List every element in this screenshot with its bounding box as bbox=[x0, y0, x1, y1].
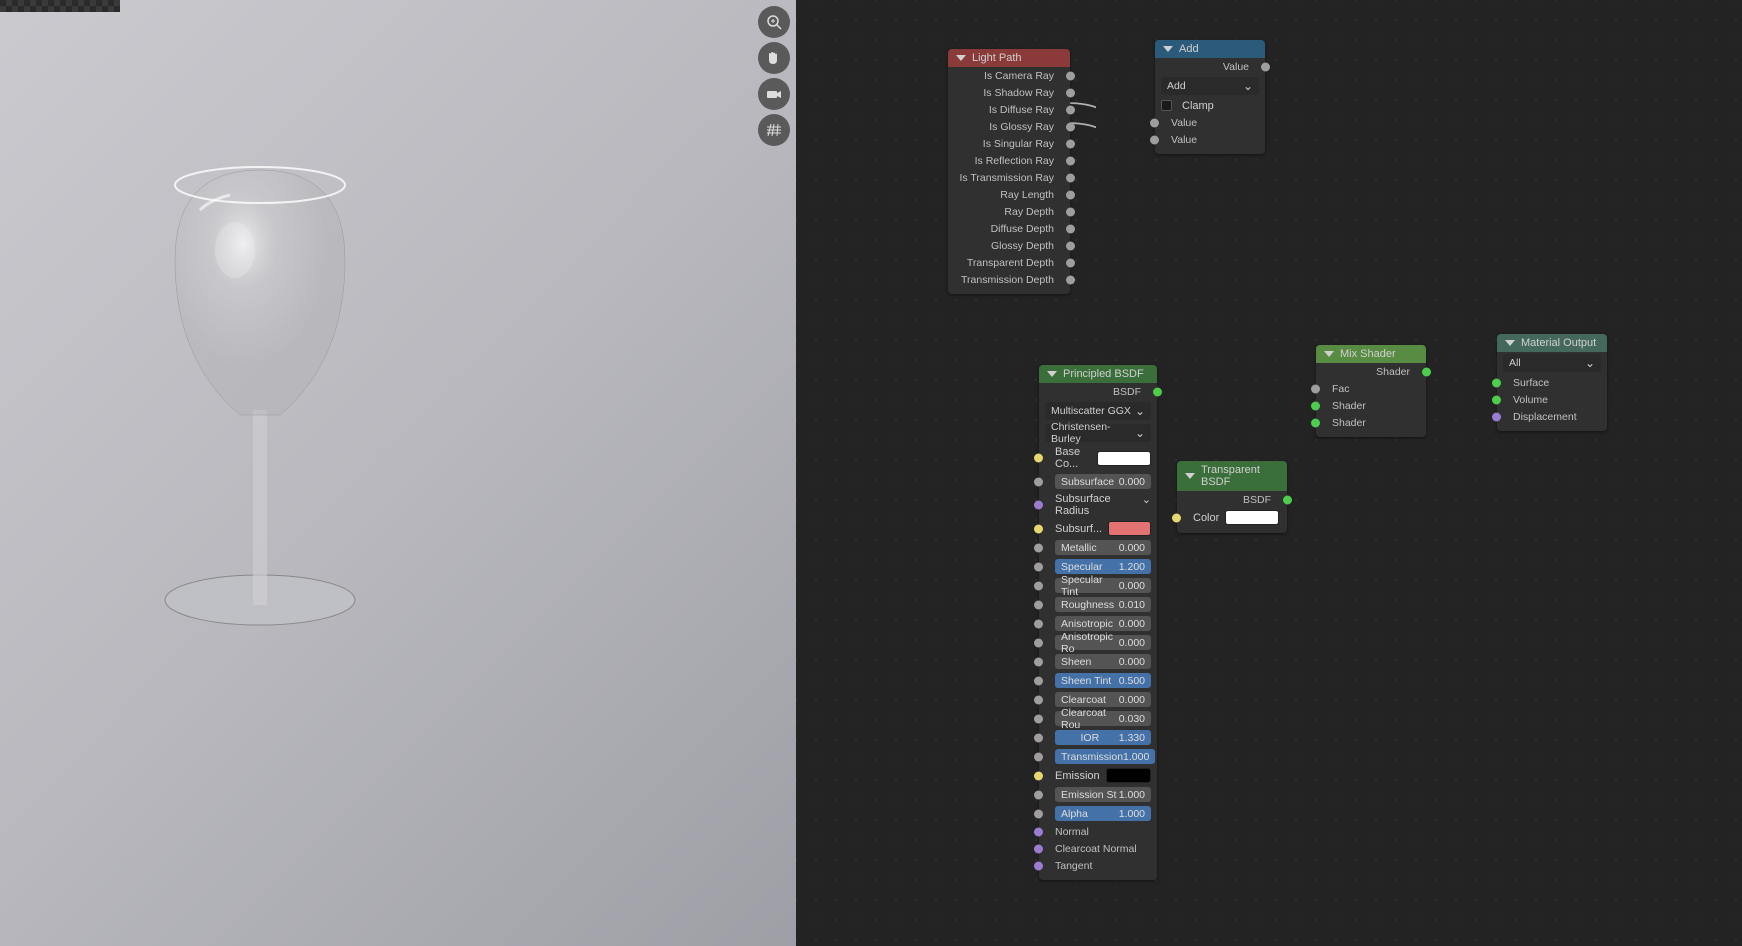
input-metallic: Metallic0.000 bbox=[1039, 538, 1157, 557]
node-editor[interactable]: Light Path Is Camera RayIs Shadow RayIs … bbox=[796, 0, 1742, 946]
output-transmission-depth: Transmission Depth bbox=[948, 271, 1070, 288]
output-shader: Shader bbox=[1316, 363, 1426, 380]
transmission-field[interactable]: Transmission1.000 bbox=[1055, 749, 1155, 764]
input-alpha: Alpha1.000 bbox=[1039, 804, 1157, 823]
input-roughness: Roughness0.010 bbox=[1039, 595, 1157, 614]
input-shader-1: Shader bbox=[1316, 397, 1426, 414]
output-glossy-depth: Glossy Depth bbox=[948, 237, 1070, 254]
input-subsurface-color: Subsurf... bbox=[1039, 519, 1157, 538]
output-target-dropdown[interactable]: All bbox=[1503, 354, 1601, 372]
node-title: Material Output bbox=[1521, 337, 1596, 349]
math-add-node[interactable]: Add Value Add Clamp Value Value bbox=[1155, 40, 1265, 154]
node-header[interactable]: Light Path bbox=[948, 49, 1070, 67]
node-title: Add bbox=[1179, 43, 1199, 55]
zoom-in-icon[interactable] bbox=[758, 6, 790, 38]
ior-field[interactable]: IOR1.330 bbox=[1055, 730, 1151, 745]
transparency-checker bbox=[0, 0, 120, 12]
input-color-row: Color bbox=[1177, 508, 1287, 527]
principled-bsdf-node[interactable]: Principled BSDF BSDF Multiscatter GGX Ch… bbox=[1039, 365, 1157, 880]
input-volume: Volume bbox=[1497, 391, 1607, 408]
3d-viewport[interactable] bbox=[0, 0, 796, 946]
output-ray-length: Ray Length bbox=[948, 186, 1070, 203]
output-value: Value bbox=[1155, 58, 1265, 75]
input-tangent: Tangent bbox=[1039, 857, 1157, 874]
output-is-glossy-ray: Is Glossy Ray bbox=[948, 118, 1070, 135]
output-transparent-depth: Transparent Depth bbox=[948, 254, 1070, 271]
input-clearcoat-roughness: Clearcoat Rou0.030 bbox=[1039, 709, 1157, 728]
input-normal: Normal bbox=[1039, 823, 1157, 840]
input-surface: Surface bbox=[1497, 374, 1607, 391]
camera-icon[interactable] bbox=[758, 78, 790, 110]
transparent-bsdf-node[interactable]: Transparent BSDF BSDF Color bbox=[1177, 461, 1287, 533]
output-is-diffuse-ray: Is Diffuse Ray bbox=[948, 101, 1070, 118]
input-transmission: Transmission1.000 bbox=[1039, 747, 1157, 766]
output-is-transmission-ray: Is Transmission Ray bbox=[948, 169, 1070, 186]
material-output-node[interactable]: Material Output All Surface Volume Displ… bbox=[1497, 334, 1607, 431]
roughness-field[interactable]: Roughness0.010 bbox=[1055, 597, 1151, 612]
light-path-node[interactable]: Light Path Is Camera RayIs Shadow RayIs … bbox=[948, 49, 1070, 294]
input-base-color: Base Co... bbox=[1039, 444, 1157, 472]
sheen-field[interactable]: Sheen0.000 bbox=[1055, 654, 1151, 669]
node-title: Light Path bbox=[972, 52, 1022, 64]
input-sheen-tint: Sheen Tint0.500 bbox=[1039, 671, 1157, 690]
subsurface-field[interactable]: Subsurface0.000 bbox=[1055, 474, 1151, 489]
output-is-reflection-ray: Is Reflection Ray bbox=[948, 152, 1070, 169]
expand-chevron-icon[interactable]: ⌄ bbox=[1142, 493, 1151, 517]
output-is-shadow-ray: Is Shadow Ray bbox=[948, 84, 1070, 101]
emission-strength-field[interactable]: Emission St1.000 bbox=[1055, 787, 1151, 802]
base-color-swatch[interactable] bbox=[1097, 451, 1151, 466]
sss-color-swatch[interactable] bbox=[1108, 521, 1151, 536]
metallic-field[interactable]: Metallic0.000 bbox=[1055, 540, 1151, 555]
output-is-singular-ray: Is Singular Ray bbox=[948, 135, 1070, 152]
input-emission: Emission bbox=[1039, 766, 1157, 785]
grid-icon[interactable] bbox=[758, 114, 790, 146]
input-displacement: Displacement bbox=[1497, 408, 1607, 425]
node-header[interactable]: Mix Shader bbox=[1316, 345, 1426, 363]
specular-tint-field[interactable]: Specular Tint0.000 bbox=[1055, 578, 1151, 593]
math-operation-dropdown[interactable]: Add bbox=[1161, 77, 1259, 95]
output-ray-depth: Ray Depth bbox=[948, 203, 1070, 220]
input-specular-tint: Specular Tint0.000 bbox=[1039, 576, 1157, 595]
node-title: Principled BSDF bbox=[1063, 368, 1144, 380]
sss-method-dropdown[interactable]: Christensen-Burley bbox=[1045, 424, 1151, 442]
input-value-1: Value bbox=[1155, 114, 1265, 131]
anisotropic-rotation-field[interactable]: Anisotropic Ro0.000 bbox=[1055, 635, 1151, 650]
input-value-2: Value bbox=[1155, 131, 1265, 148]
clamp-checkbox[interactable] bbox=[1161, 100, 1172, 111]
anisotropic-field[interactable]: Anisotropic0.000 bbox=[1055, 616, 1151, 631]
mix-shader-node[interactable]: Mix Shader Shader Fac Shader Shader bbox=[1316, 345, 1426, 437]
viewport-tools bbox=[758, 6, 790, 146]
hand-icon[interactable] bbox=[758, 42, 790, 74]
input-ior: IOR1.330 bbox=[1039, 728, 1157, 747]
node-title: Transparent BSDF bbox=[1201, 464, 1279, 488]
distribution-dropdown[interactable]: Multiscatter GGX bbox=[1045, 402, 1151, 420]
input-sheen: Sheen0.000 bbox=[1039, 652, 1157, 671]
specular-field[interactable]: Specular1.200 bbox=[1055, 559, 1151, 574]
node-header[interactable]: Material Output bbox=[1497, 334, 1607, 352]
input-subsurface: Subsurface0.000 bbox=[1039, 472, 1157, 491]
color-swatch[interactable] bbox=[1225, 510, 1279, 525]
node-header[interactable]: Principled BSDF bbox=[1039, 365, 1157, 383]
sheen-tint-field[interactable]: Sheen Tint0.500 bbox=[1055, 673, 1151, 688]
alpha-field[interactable]: Alpha1.000 bbox=[1055, 806, 1151, 821]
clearcoat-field[interactable]: Clearcoat0.000 bbox=[1055, 692, 1151, 707]
node-header[interactable]: Transparent BSDF bbox=[1177, 461, 1287, 491]
rendered-glass bbox=[120, 140, 400, 640]
node-header[interactable]: Add bbox=[1155, 40, 1265, 58]
output-bsdf: BSDF bbox=[1039, 383, 1157, 400]
node-title: Mix Shader bbox=[1340, 348, 1396, 360]
input-fac: Fac bbox=[1316, 380, 1426, 397]
output-diffuse-depth: Diffuse Depth bbox=[948, 220, 1070, 237]
input-anisotropic-rotation: Anisotropic Ro0.000 bbox=[1039, 633, 1157, 652]
output-is-camera-ray: Is Camera Ray bbox=[948, 67, 1070, 84]
input-subsurface-radius: Subsurface Radius⌄ bbox=[1039, 491, 1157, 519]
emission-color-swatch[interactable] bbox=[1106, 768, 1151, 783]
input-emission-strength: Emission St1.000 bbox=[1039, 785, 1157, 804]
clearcoat-roughness-field[interactable]: Clearcoat Rou0.030 bbox=[1055, 711, 1151, 726]
input-shader-2: Shader bbox=[1316, 414, 1426, 431]
input-clearcoat-normal: Clearcoat Normal bbox=[1039, 840, 1157, 857]
output-bsdf: BSDF bbox=[1177, 491, 1287, 508]
